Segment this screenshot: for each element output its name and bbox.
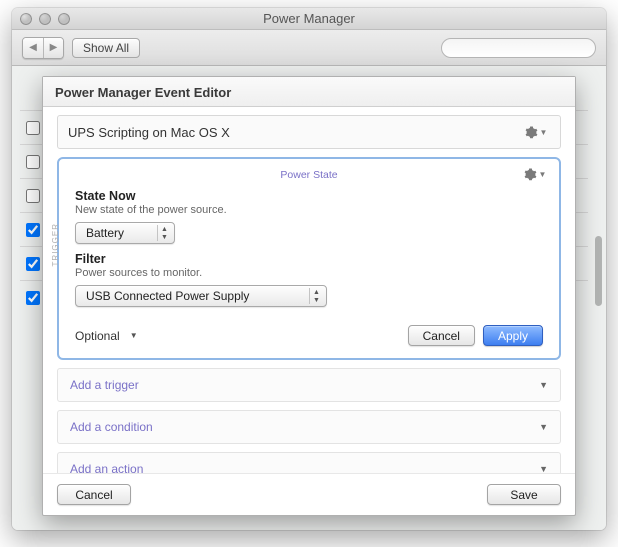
list-checkbox[interactable] (26, 291, 40, 305)
gear-icon (525, 126, 538, 139)
list-checkbox[interactable] (26, 121, 40, 135)
filter-label: Filter (75, 252, 543, 266)
chevron-down-icon: ▼ (539, 464, 548, 473)
popup-stepper-icon: ▲▼ (157, 225, 171, 241)
filter-popup[interactable]: USB Connected Power Supply ▲▼ (75, 285, 327, 307)
sheet-title: Power Manager Event Editor (43, 77, 575, 107)
scrollbar[interactable] (595, 236, 602, 306)
filter-desc: Power sources to monitor. (75, 267, 543, 279)
cancel-button[interactable]: Cancel (408, 325, 475, 346)
optional-menu[interactable]: Optional ▼ (75, 329, 138, 343)
chevron-down-icon: ▼ (539, 422, 548, 432)
nav-forward-button[interactable]: ▶ (43, 38, 63, 58)
trigger-config-panel: TRIGGER Power State ▼ State Now New stat… (57, 157, 561, 360)
optional-label: Optional (75, 329, 120, 343)
add-condition-label: Add a condition (70, 420, 153, 434)
event-editor-sheet: Power Manager Event Editor UPS Scripting… (42, 76, 576, 516)
add-action-label: Add an action (70, 462, 143, 473)
sheet-body: UPS Scripting on Mac OS X ▼ TRIGGER Powe… (43, 107, 575, 473)
filter-block: Filter Power sources to monitor. USB Con… (75, 252, 543, 307)
event-name-row[interactable]: UPS Scripting on Mac OS X ▼ (57, 115, 561, 149)
state-now-popup[interactable]: Battery ▲▼ (75, 222, 175, 244)
trigger-side-tab: TRIGGER (51, 223, 60, 266)
close-window-button[interactable] (20, 13, 32, 25)
search-input[interactable] (441, 38, 596, 58)
apply-button[interactable]: Apply (483, 325, 543, 346)
state-now-value: Battery (86, 226, 124, 240)
state-now-desc: New state of the power source. (75, 204, 543, 216)
chevron-down-icon: ▼ (540, 128, 548, 137)
state-now-block: State Now New state of the power source.… (75, 189, 543, 244)
preferences-window: Power Manager ◀ ▶ Show All Power Manager… (12, 8, 606, 530)
sheet-cancel-button[interactable]: Cancel (57, 484, 131, 505)
chevron-down-icon: ▼ (130, 331, 138, 340)
panel-title: Power State (75, 169, 543, 181)
add-trigger-label: Add a trigger (70, 378, 139, 392)
search-wrap (441, 38, 596, 58)
event-name-label: UPS Scripting on Mac OS X (68, 125, 522, 140)
show-all-button[interactable]: Show All (72, 38, 140, 58)
chevron-down-icon: ▼ (539, 380, 548, 390)
list-checkbox[interactable] (26, 223, 40, 237)
add-action-row[interactable]: Add an action ▼ (57, 452, 561, 473)
nav-back-forward: ◀ ▶ (22, 37, 64, 59)
state-now-label: State Now (75, 189, 543, 203)
list-checkbox[interactable] (26, 189, 40, 203)
add-trigger-row[interactable]: Add a trigger ▼ (57, 368, 561, 402)
panel-gear-menu[interactable]: ▼ (521, 165, 549, 183)
nav-back-button[interactable]: ◀ (23, 38, 43, 58)
chevron-down-icon: ▼ (539, 170, 547, 179)
sheet-footer: Cancel Save (43, 473, 575, 515)
list-checkbox[interactable] (26, 257, 40, 271)
sheet-save-button[interactable]: Save (487, 484, 561, 505)
panel-footer: Optional ▼ Cancel Apply (75, 325, 543, 346)
add-condition-row[interactable]: Add a condition ▼ (57, 410, 561, 444)
list-checkbox[interactable] (26, 155, 40, 169)
gear-icon (524, 168, 537, 181)
popup-stepper-icon: ▲▼ (309, 288, 323, 304)
toolbar: ◀ ▶ Show All (12, 30, 606, 66)
titlebar: Power Manager (12, 8, 606, 30)
window-title: Power Manager (12, 11, 606, 26)
traffic-lights (20, 13, 70, 25)
event-gear-menu[interactable]: ▼ (522, 123, 550, 141)
zoom-window-button[interactable] (58, 13, 70, 25)
minimize-window-button[interactable] (39, 13, 51, 25)
filter-value: USB Connected Power Supply (86, 289, 249, 303)
